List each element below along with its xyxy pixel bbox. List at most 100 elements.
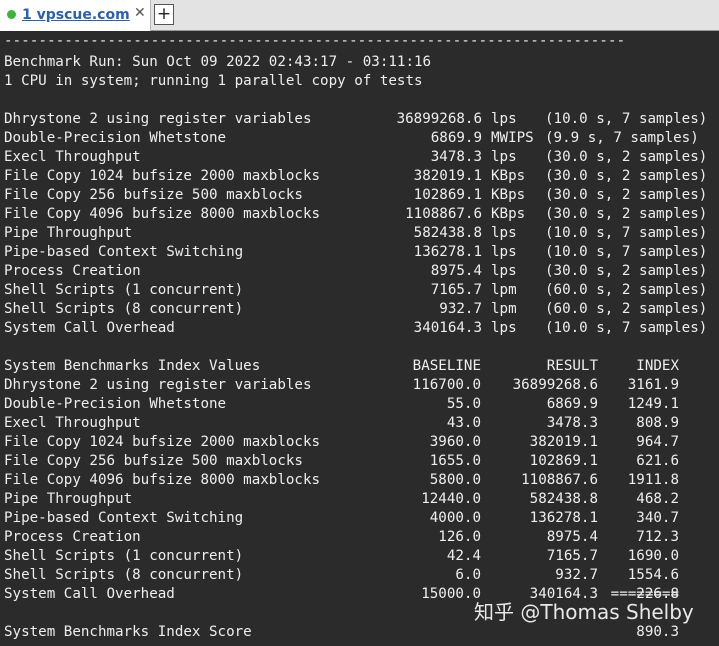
test-detail: (30.0 s, 2 samples) xyxy=(545,206,708,222)
index-row: Shell Scripts (8 concurrent) 6.0 932.7 1554… xyxy=(4,566,704,585)
test-name: Pipe Throughput xyxy=(4,225,133,241)
close-tab-icon[interactable]: ✕ xyxy=(134,5,146,21)
test-unit: lps xyxy=(491,225,517,241)
baseline-value: 1655.0 xyxy=(429,453,481,469)
baseline-value: 3960.0 xyxy=(429,434,481,450)
index-header: INDEX xyxy=(636,358,679,374)
test-detail: (9.9 s, 7 samples) xyxy=(545,130,699,146)
result-value: 36899268.6 xyxy=(512,377,598,393)
index-score-row: System Benchmarks Index Score 890.3 xyxy=(4,623,704,642)
baseline-header: BASELINE xyxy=(412,358,481,374)
result-value: 582438.8 xyxy=(529,491,598,507)
test-name: Shell Scripts (8 concurrent) xyxy=(4,301,244,317)
index-value: 1249.1 xyxy=(627,396,679,412)
index-value: 3161.9 xyxy=(627,377,679,393)
separator-line: ----------------------------------------… xyxy=(4,33,626,49)
baseline-value: 116700.0 xyxy=(412,377,481,393)
session-tab[interactable]: 1 vpscue.com ✕ xyxy=(0,0,151,31)
test-detail: (30.0 s, 2 samples) xyxy=(545,149,708,165)
result-row: File Copy 1024 bufsize 2000 maxblocks 382… xyxy=(4,167,716,186)
result-value: 102869.1 xyxy=(529,453,598,469)
index-value: 712.3 xyxy=(636,529,679,545)
baseline-value: 12440.0 xyxy=(421,491,481,507)
result-value: 6869.9 xyxy=(546,396,598,412)
baseline-value: 42.4 xyxy=(446,548,481,564)
test-unit: lps xyxy=(491,149,517,165)
index-row: Process Creation 126.0 8975.4 712.3 xyxy=(4,528,704,547)
result-row: File Copy 4096 bufsize 8000 maxblocks 110… xyxy=(4,205,716,224)
result-row: Dhrystone 2 using register variables 3689… xyxy=(4,110,716,129)
test-value: 6869.9 xyxy=(430,130,482,146)
index-test-name: Shell Scripts (8 concurrent) xyxy=(4,567,244,583)
test-unit: lps xyxy=(491,263,517,279)
index-test-name: Pipe-based Context Switching xyxy=(4,510,244,526)
result-value: 932.7 xyxy=(555,567,598,583)
index-test-name: Execl Throughput xyxy=(4,415,141,431)
test-value: 582438.8 xyxy=(413,225,482,241)
test-unit: KBps xyxy=(491,187,526,203)
baseline-value: 4000.0 xyxy=(429,510,481,526)
test-name: File Copy 256 bufsize 500 maxblocks xyxy=(4,187,303,203)
test-detail: (10.0 s, 7 samples) xyxy=(545,320,708,336)
test-value: 932.7 xyxy=(439,301,482,317)
cpu-info-line: 1 CPU in system; running 1 parallel copy… xyxy=(4,73,423,89)
index-value: 1690.0 xyxy=(627,548,679,564)
index-test-name: File Copy 256 bufsize 500 maxblocks xyxy=(4,453,303,469)
index-score-label: System Benchmarks Index Score xyxy=(4,624,252,640)
watermark-text: 知乎 @Thomas Shelby xyxy=(474,600,694,624)
tab-bar: 1 vpscue.com ✕ + xyxy=(0,0,719,31)
result-row: Pipe Throughput 582438.8 lps (10.0 s, 7 sam… xyxy=(4,224,716,243)
test-unit: KBps xyxy=(491,168,526,184)
index-test-name: File Copy 1024 bufsize 2000 maxblocks xyxy=(4,434,321,450)
test-detail: (60.0 s, 2 samples) xyxy=(545,301,708,317)
test-unit: KBps xyxy=(491,206,526,222)
test-detail: (10.0 s, 7 samples) xyxy=(545,111,708,127)
terminal-output[interactable]: ----------------------------------------… xyxy=(0,31,719,646)
index-value: 808.9 xyxy=(636,415,679,431)
test-value: 136278.1 xyxy=(413,244,482,260)
index-test-name: File Copy 4096 bufsize 8000 maxblocks xyxy=(4,472,321,488)
baseline-value: 126.0 xyxy=(438,529,481,545)
test-name: Execl Throughput xyxy=(4,149,141,165)
test-value: 8975.4 xyxy=(430,263,482,279)
test-value: 1108867.6 xyxy=(405,206,482,222)
baseline-value: 55.0 xyxy=(446,396,481,412)
test-detail: (30.0 s, 2 samples) xyxy=(545,168,708,184)
index-value: 964.7 xyxy=(636,434,679,450)
test-detail: (30.0 s, 2 samples) xyxy=(545,187,708,203)
index-value: 340.7 xyxy=(636,510,679,526)
test-value: 102869.1 xyxy=(413,187,482,203)
test-name: Dhrystone 2 using register variables xyxy=(4,111,312,127)
test-detail: (30.0 s, 2 samples) xyxy=(545,263,708,279)
test-value: 36899268.6 xyxy=(396,111,482,127)
new-tab-button[interactable]: + xyxy=(154,4,174,25)
test-name: File Copy 1024 bufsize 2000 maxblocks xyxy=(4,168,321,184)
test-name: Process Creation xyxy=(4,263,141,279)
index-value: 468.2 xyxy=(636,491,679,507)
result-row: Execl Throughput 3478.3 lps (30.0 s, 2 samp… xyxy=(4,148,716,167)
index-test-name: Shell Scripts (1 concurrent) xyxy=(4,548,244,564)
result-row: Pipe-based Context Switching 136278.1 lps (… xyxy=(4,243,716,262)
index-row: File Copy 256 bufsize 500 maxblocks 1655.… xyxy=(4,452,704,471)
test-unit: lps xyxy=(491,244,517,260)
result-row: Double-Precision Whetstone 6869.9 MWIPS (9.… xyxy=(4,129,716,148)
test-unit: lps xyxy=(491,320,517,336)
test-unit: lpm xyxy=(491,282,517,298)
result-value: 382019.1 xyxy=(529,434,598,450)
index-row: Shell Scripts (1 concurrent) 42.4 7165.7 16… xyxy=(4,547,704,566)
index-title: System Benchmarks Index Values xyxy=(4,358,261,374)
session-tab-title[interactable]: 1 vpscue.com xyxy=(22,7,130,23)
test-value: 340164.3 xyxy=(413,320,482,336)
test-unit: lpm xyxy=(491,301,517,317)
test-unit: MWIPS xyxy=(491,130,534,146)
connected-status-icon xyxy=(7,10,16,19)
result-value: 7165.7 xyxy=(546,548,598,564)
result-row: Shell Scripts (8 concurrent) 932.7 lpm (60.… xyxy=(4,300,716,319)
test-value: 7165.7 xyxy=(430,282,482,298)
index-test-name: Dhrystone 2 using register variables xyxy=(4,377,312,393)
index-row: Pipe Throughput 12440.0 582438.8 468.2 xyxy=(4,490,704,509)
test-detail: (10.0 s, 7 samples) xyxy=(545,244,708,260)
index-value: 621.6 xyxy=(636,453,679,469)
test-name: Double-Precision Whetstone xyxy=(4,130,227,146)
index-header-row: System Benchmarks Index Values BASELINE … xyxy=(4,357,704,376)
